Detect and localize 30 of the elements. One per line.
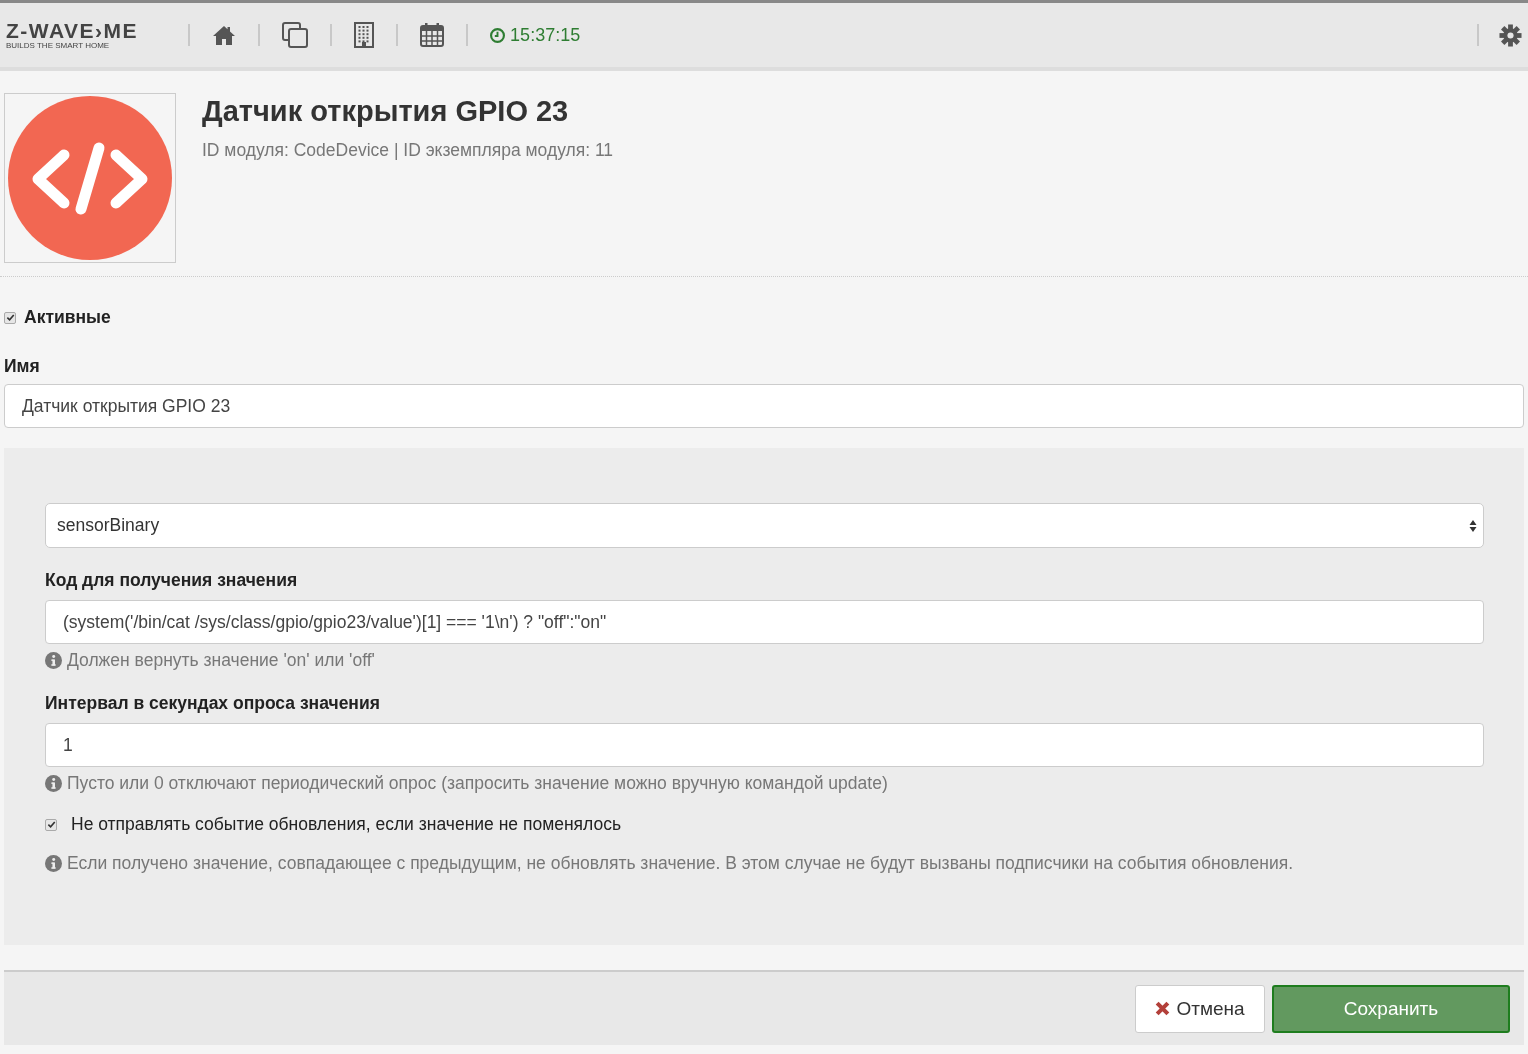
calendar-icon[interactable] bbox=[420, 23, 445, 47]
help-text: Должен вернуть значение 'on' или 'off' bbox=[67, 650, 375, 671]
checkbox[interactable] bbox=[4, 311, 16, 324]
name-input-field[interactable]: Датчик открытия GPIO 23 bbox=[4, 384, 1524, 428]
settings-icon[interactable] bbox=[1499, 23, 1522, 47]
logo[interactable]: Z-WAVE›ME BUILDS THE SMART HOME bbox=[6, 20, 139, 50]
field-label: Код для получения значения bbox=[45, 570, 299, 591]
field-label: Имя bbox=[4, 356, 41, 377]
field-label: Интервал в секундах опроса значения bbox=[45, 693, 381, 714]
clock-icon bbox=[490, 27, 506, 43]
info-icon bbox=[45, 855, 62, 872]
info-icon bbox=[45, 652, 62, 669]
module-id-text: ID модуля: CodeDevice | ID экземпляра модуля: 11 bbox=[202, 140, 614, 161]
copy-icon[interactable] bbox=[282, 22, 309, 48]
help-text: Пусто или 0 отключают периодический опрос (запросить значение можно вручную командой update) bbox=[67, 773, 888, 794]
building-icon[interactable] bbox=[354, 22, 375, 48]
device-title: Датчик открытия GPIO 23 bbox=[202, 95, 570, 128]
cross-icon bbox=[1155, 1001, 1171, 1016]
input-field[interactable]: (system('/bin/cat /sys/class/gpio/gpio23/value')[1] === '1\n') ? "off":"on" bbox=[45, 600, 1484, 644]
type-dropdown[interactable]: sensorBinary bbox=[45, 503, 1484, 548]
cancel-button[interactable]: Отмена bbox=[1135, 984, 1265, 1033]
home-icon[interactable] bbox=[212, 24, 237, 46]
info-icon bbox=[45, 775, 62, 792]
checkbox-label: Активные bbox=[24, 307, 111, 328]
checkbox[interactable] bbox=[45, 818, 57, 831]
checkbox-label: Не отправлять событие обновления, если значение не поменялось bbox=[71, 814, 622, 835]
updown-caret-icon bbox=[1469, 518, 1477, 533]
help-text: Если получено значение, совпадающее с предыдущим, не обновлять значение. В этом случае не будут вызваны подписчики на события обновления. bbox=[67, 853, 1294, 874]
input-field[interactable]: 1 bbox=[45, 723, 1484, 767]
clock-time: 15:37:15 bbox=[510, 24, 581, 46]
